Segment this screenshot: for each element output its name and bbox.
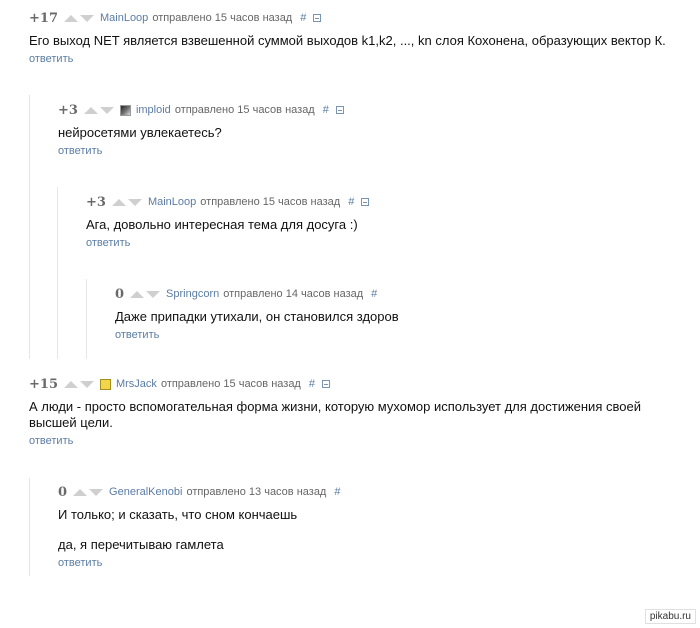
downvote-arrow-icon[interactable]: [79, 14, 94, 22]
upvote-arrow-icon[interactable]: [73, 488, 88, 496]
comment-author-link[interactable]: GeneralKenobi: [109, 486, 182, 498]
comment-text: да, я перечитываю гамлета: [58, 537, 224, 552]
comment-rating: +17: [29, 10, 58, 26]
thread-line: [29, 478, 30, 576]
comment-header: +17 MainLoop отправлено 15 часов назад #: [29, 10, 689, 26]
reply-link[interactable]: ответить: [58, 145, 102, 157]
comment-rating: +3: [58, 102, 78, 118]
comment-timestamp: отправлено 14 часов назад: [223, 288, 364, 300]
comment: 0 Springcorn отправлено 14 часов назад #…: [115, 286, 675, 343]
downvote-arrow-icon[interactable]: [89, 488, 104, 496]
comment-body: И только; и сказать, что сном кончаешь д…: [58, 507, 678, 553]
comment-body: Ага, довольно интересная тема для досуга…: [86, 217, 676, 233]
permalink-hash-link[interactable]: #: [309, 378, 315, 390]
comment-header: +3 MainLoop отправлено 15 часов назад #: [86, 194, 676, 210]
downvote-arrow-icon[interactable]: [79, 380, 94, 388]
collapse-icon[interactable]: [361, 198, 370, 206]
comment-body: нейросетями увлекаетесь?: [58, 125, 678, 141]
comment-text: И только; и сказать, что сном кончаешь: [58, 507, 298, 522]
reply-link[interactable]: ответить: [86, 237, 130, 249]
comment: +3 imploid отправлено 15 часов назад # н…: [58, 102, 678, 159]
comment-timestamp: отправлено 15 часов назад: [200, 196, 341, 208]
comment-rating: 0: [58, 484, 68, 500]
collapse-icon[interactable]: [335, 106, 344, 114]
thread-line: [86, 279, 87, 359]
comment-author-link[interactable]: MainLoop: [100, 12, 148, 24]
vote-controls: [83, 106, 114, 114]
vote-controls: [63, 14, 94, 22]
downvote-arrow-icon[interactable]: [127, 198, 142, 206]
vote-controls: [130, 290, 161, 298]
upvote-arrow-icon[interactable]: [111, 198, 126, 206]
comment-timestamp: отправлено 15 часов назад: [152, 12, 293, 24]
site-watermark: pikabu.ru: [644, 609, 696, 624]
comment-timestamp: отправлено 15 часов назад: [174, 104, 315, 116]
comment: 0 GeneralKenobi отправлено 13 часов наза…: [58, 484, 678, 571]
comment-text: Его выход NET является взвешенной суммой…: [29, 33, 666, 48]
comment-author-link[interactable]: Springcorn: [166, 288, 219, 300]
user-avatar-icon[interactable]: [99, 378, 111, 390]
comment-rating: 0: [115, 286, 125, 302]
reply-link[interactable]: ответить: [29, 435, 73, 447]
comment-author-link[interactable]: MrsJack: [116, 378, 157, 390]
thread-line: [29, 95, 30, 359]
comment-rating: +15: [29, 376, 58, 392]
comment-header: 0 GeneralKenobi отправлено 13 часов наза…: [58, 484, 678, 500]
comment-timestamp: отправлено 15 часов назад: [160, 378, 301, 390]
downvote-arrow-icon[interactable]: [99, 106, 114, 114]
comment-header: +15 MrsJack отправлено 15 часов назад #: [29, 376, 685, 392]
vote-controls: [63, 380, 94, 388]
upvote-arrow-icon[interactable]: [83, 106, 98, 114]
thread-line: [57, 187, 58, 359]
comment-header: +3 imploid отправлено 15 часов назад #: [58, 102, 678, 118]
comment-author-link[interactable]: MainLoop: [148, 196, 196, 208]
comment: +15 MrsJack отправлено 15 часов назад # …: [29, 376, 685, 449]
permalink-hash-link[interactable]: #: [323, 104, 329, 116]
upvote-arrow-icon[interactable]: [63, 380, 78, 388]
permalink-hash-link[interactable]: #: [334, 486, 340, 498]
comment-rating: +3: [86, 194, 106, 210]
upvote-arrow-icon[interactable]: [130, 290, 145, 298]
comment-body: Его выход NET является взвешенной суммой…: [29, 33, 689, 49]
reply-link[interactable]: ответить: [29, 53, 73, 65]
user-avatar-icon[interactable]: [119, 104, 131, 116]
permalink-hash-link[interactable]: #: [348, 196, 354, 208]
comment-header: 0 Springcorn отправлено 14 часов назад #: [115, 286, 675, 302]
upvote-arrow-icon[interactable]: [63, 14, 78, 22]
downvote-arrow-icon[interactable]: [146, 290, 161, 298]
permalink-hash-link[interactable]: #: [371, 288, 377, 300]
comment: +17 MainLoop отправлено 15 часов назад #…: [29, 10, 689, 67]
comment-body: А люди - просто вспомогательная форма жи…: [29, 399, 685, 431]
collapse-icon[interactable]: [313, 14, 322, 22]
vote-controls: [73, 488, 104, 496]
comment-timestamp: отправлено 13 часов назад: [186, 486, 327, 498]
comment-author-link[interactable]: imploid: [136, 104, 171, 116]
collapse-icon[interactable]: [321, 380, 330, 388]
permalink-hash-link[interactable]: #: [300, 12, 306, 24]
comment-text: нейросетями увлекаетесь?: [58, 125, 222, 140]
comment: +3 MainLoop отправлено 15 часов назад # …: [86, 194, 676, 251]
comment-text: Даже припадки утихали, он становился здо…: [115, 309, 399, 324]
comment-text: Ага, довольно интересная тема для досуга…: [86, 217, 358, 232]
comment-text: А люди - просто вспомогательная форма жи…: [29, 399, 641, 430]
comment-body: Даже припадки утихали, он становился здо…: [115, 309, 675, 325]
reply-link[interactable]: ответить: [58, 557, 102, 569]
reply-link[interactable]: ответить: [115, 329, 159, 341]
vote-controls: [111, 198, 142, 206]
